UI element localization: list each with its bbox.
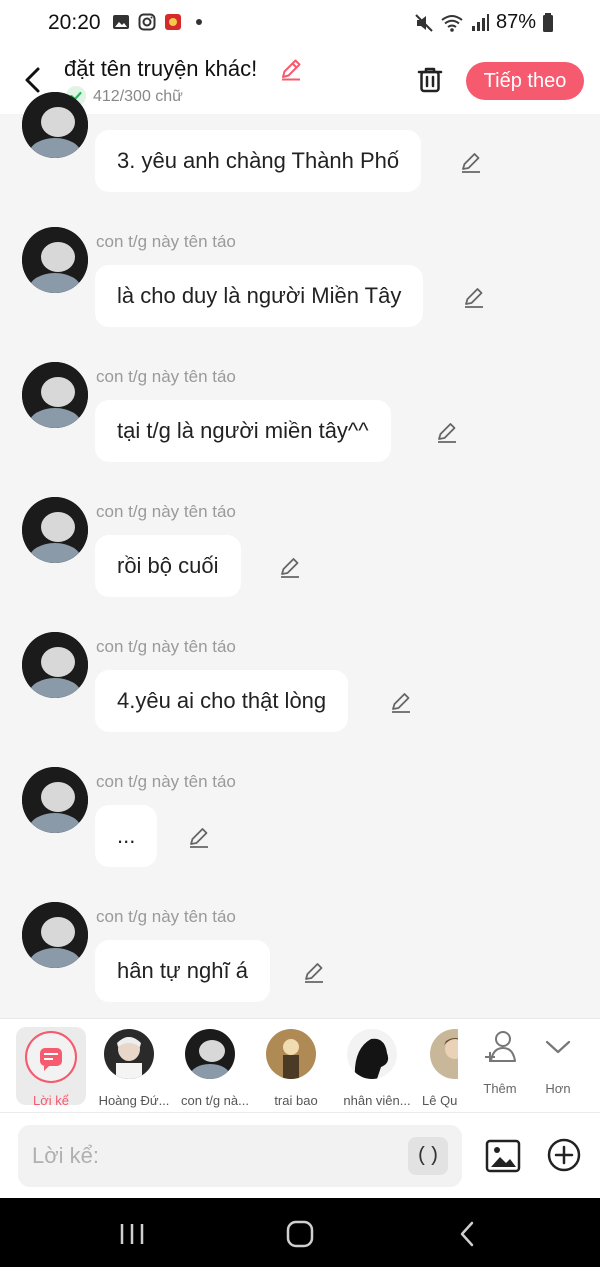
message-bubble[interactable]: 4.yêu ai cho thật lòng bbox=[95, 670, 349, 732]
message-item[interactable]: con t/g này tên táo 4.yêu ai cho thật lò… bbox=[0, 632, 600, 767]
character-chip[interactable]: con t/g nà... bbox=[175, 1027, 255, 1109]
message-item[interactable]: con t/g này tên táo là cho duy là người … bbox=[0, 227, 600, 362]
character-chip[interactable]: trai bao bbox=[256, 1027, 336, 1109]
edit-pencil-icon[interactable] bbox=[278, 555, 302, 579]
avatar bbox=[22, 362, 88, 428]
narrator-avatar bbox=[25, 1031, 77, 1083]
more-button[interactable]: Hơn bbox=[528, 1029, 588, 1105]
character-bar: Lời kể Hoàng Đứ... con t/g nà... trai ba… bbox=[0, 1018, 600, 1112]
avatar bbox=[22, 632, 88, 698]
message-bubble[interactable]: tại t/g là người miền tây^^ bbox=[95, 400, 391, 462]
mute-icon bbox=[415, 13, 433, 32]
home-icon[interactable] bbox=[284, 1218, 316, 1250]
character-label: nhân viên... bbox=[343, 1093, 411, 1108]
parentheses-button[interactable]: () bbox=[408, 1137, 448, 1175]
message-bubble[interactable]: ... bbox=[95, 805, 158, 867]
edit-pencil-icon[interactable] bbox=[435, 420, 459, 444]
character-label: Hoàng Đứ... bbox=[98, 1093, 170, 1108]
character-avatar bbox=[430, 1029, 458, 1079]
status-bar: 20:20 87% bbox=[0, 0, 600, 48]
character-label: Lê Qu bbox=[422, 1093, 458, 1108]
message-bubble[interactable]: 3. yêu anh chàng Thành Phố bbox=[95, 130, 422, 192]
edit-pencil-icon[interactable] bbox=[459, 150, 483, 174]
sender-name: con t/g này tên táo bbox=[96, 637, 236, 656]
gallery-icon bbox=[113, 15, 129, 29]
system-icons: 87% bbox=[414, 11, 554, 34]
edit-pencil-icon[interactable] bbox=[389, 690, 413, 714]
message-item[interactable]: con t/g này tên táo rồi bộ cuối bbox=[0, 497, 600, 632]
sender-name: con t/g này tên táo bbox=[96, 907, 236, 926]
add-character-button[interactable]: Thêm bbox=[470, 1029, 530, 1105]
instagram-icon bbox=[138, 13, 156, 31]
story-title[interactable]: đặt tên truyện khác! bbox=[64, 56, 257, 82]
add-person-icon bbox=[485, 1031, 516, 1062]
sender-name: con t/g này tên táo bbox=[96, 772, 236, 791]
battery-icon bbox=[543, 12, 553, 32]
character-chip[interactable]: nhân viên... bbox=[337, 1027, 417, 1109]
signal-icon bbox=[471, 13, 489, 31]
character-avatar bbox=[104, 1029, 154, 1079]
avatar bbox=[22, 92, 88, 158]
image-icon[interactable] bbox=[484, 1137, 522, 1175]
notification-icons bbox=[112, 13, 202, 31]
message-item[interactable]: con t/g này tên táo ... bbox=[0, 767, 600, 902]
character-avatar bbox=[266, 1029, 316, 1079]
add-character-label: Thêm bbox=[483, 1081, 517, 1096]
message-input[interactable] bbox=[18, 1125, 462, 1187]
edit-pencil-icon[interactable] bbox=[462, 285, 486, 309]
back-nav-icon[interactable] bbox=[452, 1218, 484, 1250]
message-bubble[interactable]: rồi bộ cuối bbox=[95, 535, 241, 597]
character-chip[interactable]: Hoàng Đứ... bbox=[94, 1027, 174, 1109]
message-item[interactable]: con t/g này tên táo tại t/g là người miề… bbox=[0, 362, 600, 497]
avatar bbox=[22, 227, 88, 293]
message-bubble[interactable]: hân tự nghĩ á bbox=[95, 940, 270, 1002]
add-circle-icon[interactable] bbox=[546, 1137, 582, 1173]
battery-percent: 87% bbox=[495, 11, 536, 33]
message-item[interactable]: con t/g này tên táo hân tự nghĩ á bbox=[0, 902, 600, 1037]
character-label: Lời kể bbox=[33, 1093, 69, 1108]
avatar bbox=[22, 497, 88, 563]
sender-name: con t/g này tên táo bbox=[96, 232, 236, 251]
more-label: Hơn bbox=[545, 1081, 571, 1096]
chevron-down-icon bbox=[545, 1040, 571, 1054]
recent-apps-icon[interactable] bbox=[116, 1218, 148, 1250]
edit-pencil-icon[interactable] bbox=[187, 825, 211, 849]
more-notifications-dot bbox=[196, 19, 202, 25]
composer-bar: () bbox=[0, 1112, 600, 1198]
avatar bbox=[22, 902, 88, 968]
status-time: 20:20 bbox=[48, 11, 101, 34]
character-label: trai bao bbox=[274, 1093, 318, 1108]
message-bubble[interactable]: là cho duy là người Miền Tây bbox=[95, 265, 424, 327]
edit-title-pencil-icon[interactable] bbox=[278, 56, 304, 82]
avatar bbox=[22, 767, 88, 833]
app-notification-icon bbox=[165, 14, 181, 30]
character-chip[interactable]: Lê Qu bbox=[418, 1027, 458, 1109]
sender-name: con t/g này tên táo bbox=[96, 367, 236, 386]
character-label: con t/g nà... bbox=[181, 1093, 249, 1108]
wifi-icon bbox=[441, 14, 463, 32]
character-avatar bbox=[347, 1029, 397, 1079]
character-avatar bbox=[185, 1029, 235, 1079]
edit-pencil-icon[interactable] bbox=[302, 960, 326, 984]
sender-name: con t/g này tên táo bbox=[96, 502, 236, 521]
system-nav-bar bbox=[0, 1198, 600, 1267]
character-narrator[interactable]: Lời kể bbox=[16, 1027, 86, 1108]
message-item[interactable]: 3. yêu anh chàng Thành Phố bbox=[0, 92, 600, 227]
